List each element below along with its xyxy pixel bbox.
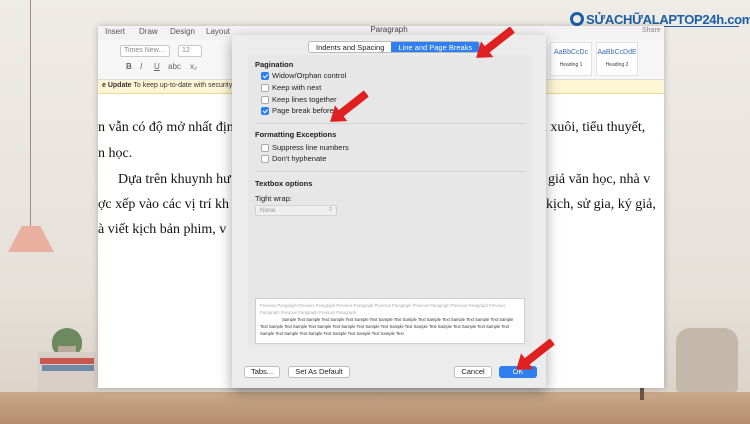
option-label: Keep lines together — [272, 95, 337, 104]
doc-line: n vẫn có độ mở nhất định — [98, 120, 241, 135]
widow-orphan-option[interactable]: Widow/Orphan control — [261, 71, 346, 80]
bold-icon[interactable]: B — [126, 62, 132, 71]
paragraph-dialog: Indents and Spacing Line and Page Breaks… — [232, 35, 546, 388]
option-label: Don't hyphenate — [272, 154, 327, 163]
dont-hyphenate-option[interactable]: Don't hyphenate — [261, 154, 326, 163]
floor — [0, 392, 750, 424]
set-as-default-button[interactable]: Set As Default — [288, 366, 350, 378]
tabs-button[interactable]: Tabs... — [244, 366, 280, 378]
preview-previous-text: Previous Paragraph Previous Paragraph Pr… — [260, 303, 506, 315]
tab-indents-and-spacing[interactable]: Indents and Spacing — [309, 42, 392, 52]
doc-line: Dựa trên khuynh hư — [118, 172, 231, 187]
page-break-before-checkbox[interactable] — [261, 106, 269, 115]
doc-line-right: kịch, sử gia, ký giả, — [546, 197, 656, 212]
dont-hyphenate-checkbox[interactable] — [261, 154, 269, 163]
styles-gallery: AaBbCcDc Heading 1 AaBbCcDdE Heading 2 — [550, 42, 660, 78]
style-sample: AaBbCcDc — [553, 49, 589, 56]
style-sample: AaBbCcDdE — [597, 49, 637, 56]
style-name: Heading 1 — [559, 62, 583, 68]
pagination-title: Pagination — [255, 60, 294, 69]
textbox-options-title: Textbox options — [255, 179, 313, 188]
cancel-button[interactable]: Cancel — [454, 366, 492, 378]
preview-box: Previous Paragraph Previous Paragraph Pr… — [255, 298, 525, 344]
share-button[interactable]: Share — [642, 27, 661, 34]
tight-wrap-value: None — [260, 207, 276, 214]
suppress-line-numbers-option[interactable]: Suppress line numbers — [261, 143, 349, 152]
tight-wrap-label: Tight wrap: — [255, 194, 292, 203]
underline-icon[interactable]: U — [154, 62, 160, 71]
keep-lines-together-option[interactable]: Keep lines together — [261, 95, 337, 104]
tab-line-and-page-breaks[interactable]: Line and Page Breaks — [391, 42, 480, 52]
option-label: Suppress line numbers — [272, 143, 349, 152]
formatting-exceptions-title: Formatting Exceptions — [255, 130, 337, 139]
subscript-icon[interactable]: x₂ — [190, 62, 197, 71]
dialog-tab-switcher: Indents and Spacing Line and Page Breaks — [308, 41, 481, 53]
widow-orphan-checkbox[interactable] — [261, 71, 269, 80]
doc-line-right: in xuôi, tiểu thuyết, — [536, 120, 646, 135]
style-heading-2[interactable]: AaBbCcDdE Heading 2 — [596, 42, 638, 76]
chevron-updown-icon: ⇕ — [327, 207, 333, 213]
armchair — [676, 328, 738, 392]
style-heading-1[interactable]: AaBbCcDc Heading 1 — [550, 42, 592, 76]
doc-line: à viết kịch bản phim, v — [98, 222, 227, 237]
tight-wrap-select[interactable]: None ⇕ — [255, 205, 337, 216]
doc-line-right: giả văn học, nhà v — [548, 172, 651, 187]
section-divider — [255, 171, 525, 172]
keep-lines-together-checkbox[interactable] — [261, 95, 269, 104]
keep-with-next-checkbox[interactable] — [261, 83, 269, 92]
option-label: Widow/Orphan control — [272, 71, 347, 80]
suppress-line-numbers-checkbox[interactable] — [261, 143, 269, 152]
tab-layout[interactable]: Layout — [206, 27, 230, 36]
logo-gear-icon — [570, 12, 584, 26]
preview-sample-text: Sample Text Sample Text Sample Text Samp… — [260, 317, 514, 336]
doc-line: ợc xếp vào các vị trí kh — [98, 197, 230, 212]
update-message: To keep up-to-date with security — [133, 82, 233, 89]
update-title: e Update — [102, 82, 132, 89]
keep-with-next-option[interactable]: Keep with next — [261, 83, 321, 92]
book — [40, 358, 94, 364]
lamp-cord — [30, 0, 31, 228]
tab-design[interactable]: Design — [170, 27, 195, 36]
tab-draw[interactable]: Draw — [139, 27, 158, 36]
font-name-select[interactable]: Times New... — [120, 45, 170, 57]
font-size-select[interactable]: 12 — [178, 45, 202, 57]
dialog-title: Paragraph — [370, 25, 408, 34]
site-logo: SỬACHỮALAPTOP24h.com — [586, 12, 750, 27]
section-divider — [255, 123, 525, 124]
style-name: Heading 2 — [605, 62, 629, 68]
italic-icon[interactable]: I — [140, 62, 142, 71]
book — [42, 365, 94, 371]
option-label: Keep with next — [272, 83, 322, 92]
strikethrough-icon[interactable]: abc — [168, 62, 181, 71]
doc-line: n học. — [98, 146, 133, 161]
tab-insert[interactable]: Insert — [105, 27, 125, 36]
